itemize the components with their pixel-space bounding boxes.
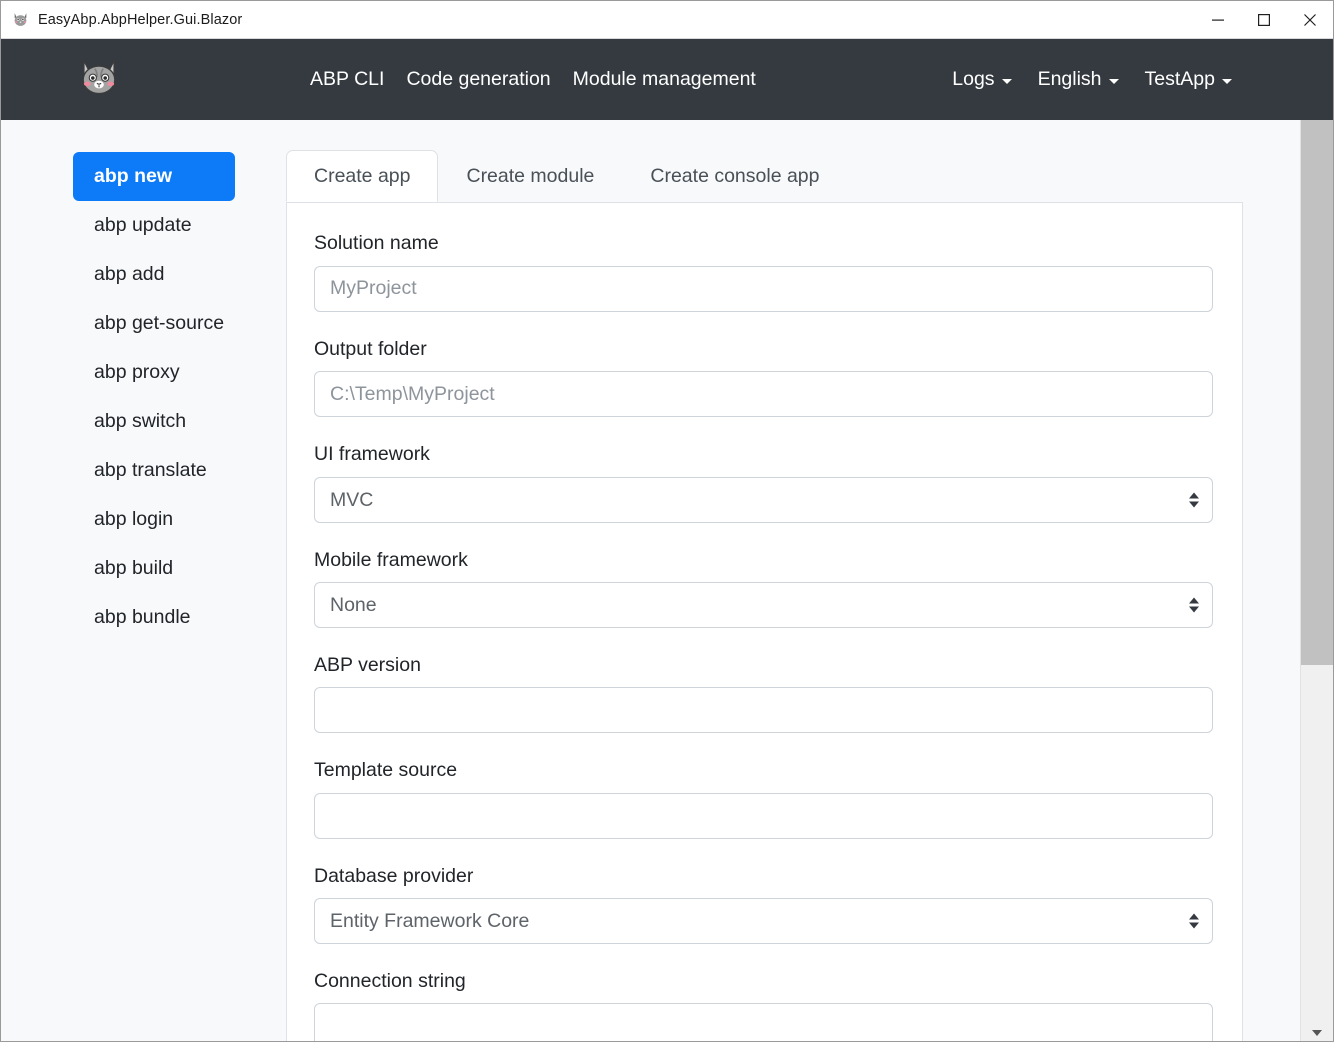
output-folder-input[interactable]: [314, 371, 1213, 418]
nav-menu-logs-label: Logs: [952, 68, 995, 90]
tab-create-console-app[interactable]: Create console app: [622, 150, 847, 202]
window-controls: [1195, 1, 1333, 39]
nav-menu-language[interactable]: English: [1027, 64, 1130, 95]
label-database-provider: Database provider: [314, 864, 474, 887]
close-icon: [1304, 14, 1316, 26]
minimize-icon: [1212, 19, 1224, 21]
app-window: EasyAbp.AbpHelper.Gui.Blazor ABP CLI Cod…: [0, 0, 1334, 1042]
label-connection-string: Connection string: [314, 970, 466, 993]
template-source-input[interactable]: [314, 792, 1213, 839]
sidebar: abp new abp update abp add abp get-sourc…: [1, 120, 253, 1041]
tab-create-app[interactable]: Create app: [286, 150, 439, 203]
solution-name-input[interactable]: [314, 265, 1213, 312]
sidebar-item-abp-build[interactable]: abp build: [73, 544, 235, 593]
sidebar-item-abp-new[interactable]: abp new: [73, 152, 235, 201]
navbar-menus: Logs English TestApp: [941, 64, 1243, 95]
cat-face-logo[interactable]: [1, 55, 121, 104]
window-title: EasyAbp.AbpHelper.Gui.Blazor: [38, 11, 243, 28]
sidebar-item-abp-get-source[interactable]: abp get-source: [73, 299, 235, 348]
label-ui-framework: UI framework: [314, 443, 430, 466]
create-app-form-card: Solution name Output folder UI framework…: [286, 202, 1243, 1041]
nav-menu-logs[interactable]: Logs: [941, 64, 1022, 95]
tab-create-module[interactable]: Create module: [438, 150, 622, 202]
label-solution-name: Solution name: [314, 232, 439, 255]
database-provider-select-wrap: Entity Framework Core: [314, 898, 1213, 945]
nav-link-module-management[interactable]: Module management: [562, 64, 767, 95]
field-ui-framework: UI framework MVC: [314, 442, 1215, 523]
scrollbar-thumb[interactable]: [1301, 120, 1333, 665]
field-output-folder: Output folder: [314, 337, 1215, 418]
label-mobile-framework: Mobile framework: [314, 548, 468, 571]
ui-framework-select[interactable]: MVC: [314, 476, 1213, 523]
abp-version-input[interactable]: [314, 687, 1213, 734]
nav-link-code-generation[interactable]: Code generation: [395, 64, 561, 95]
title-bar-left: EasyAbp.AbpHelper.Gui.Blazor: [1, 11, 242, 28]
sidebar-item-abp-translate[interactable]: abp translate: [73, 446, 235, 495]
label-abp-version: ABP version: [314, 653, 421, 676]
title-bar: EasyAbp.AbpHelper.Gui.Blazor: [1, 1, 1333, 39]
navbar-links: ABP CLI Code generation Module managemen…: [299, 64, 767, 95]
vertical-scrollbar[interactable]: [1300, 120, 1333, 1041]
nav-menu-language-label: English: [1037, 68, 1102, 90]
connection-string-input[interactable]: [314, 1003, 1213, 1041]
field-database-provider: Database provider Entity Framework Core: [314, 864, 1215, 945]
mobile-framework-select[interactable]: None: [314, 581, 1213, 628]
field-connection-string: Connection string: [314, 969, 1215, 1041]
chevron-down-icon: [1001, 79, 1012, 84]
close-button[interactable]: [1287, 1, 1333, 39]
field-mobile-framework: Mobile framework None: [314, 548, 1215, 628]
label-output-folder: Output folder: [314, 337, 427, 360]
page-body: abp new abp update abp add abp get-sourc…: [1, 120, 1333, 1041]
sidebar-item-abp-proxy[interactable]: abp proxy: [73, 348, 235, 397]
sidebar-item-abp-switch[interactable]: abp switch: [73, 397, 235, 446]
field-template-source: Template source: [314, 758, 1215, 839]
scrollbar-track[interactable]: [1301, 120, 1333, 1023]
sidebar-item-abp-update[interactable]: abp update: [73, 201, 235, 250]
sidebar-item-abp-add[interactable]: abp add: [73, 250, 235, 299]
nav-menu-user-label: TestApp: [1144, 68, 1215, 90]
nav-menu-user[interactable]: TestApp: [1134, 64, 1243, 95]
chevron-down-icon: [1222, 79, 1232, 84]
nav-link-abp-cli[interactable]: ABP CLI: [299, 64, 395, 95]
chevron-down-icon: [1108, 79, 1119, 84]
sidebar-item-abp-login[interactable]: abp login: [73, 495, 235, 544]
maximize-button[interactable]: [1241, 1, 1287, 39]
minimize-button[interactable]: [1195, 1, 1241, 39]
ui-framework-select-wrap: MVC: [314, 476, 1213, 523]
main-panel: Create app Create module Create console …: [253, 120, 1333, 1041]
database-provider-select[interactable]: Entity Framework Core: [314, 898, 1213, 945]
maximize-icon: [1258, 14, 1270, 26]
field-solution-name: Solution name: [314, 231, 1215, 312]
label-template-source: Template source: [314, 759, 458, 782]
cat-face-icon: [12, 11, 29, 28]
field-abp-version: ABP version: [314, 653, 1215, 734]
sidebar-item-abp-bundle[interactable]: abp bundle: [73, 593, 235, 642]
top-navbar: ABP CLI Code generation Module managemen…: [1, 39, 1333, 120]
tab-bar: Create app Create module Create console …: [286, 150, 1243, 204]
caret-down-icon: [1312, 1029, 1322, 1036]
scroll-down-button[interactable]: [1301, 1023, 1333, 1041]
mobile-framework-select-wrap: None: [314, 581, 1213, 628]
